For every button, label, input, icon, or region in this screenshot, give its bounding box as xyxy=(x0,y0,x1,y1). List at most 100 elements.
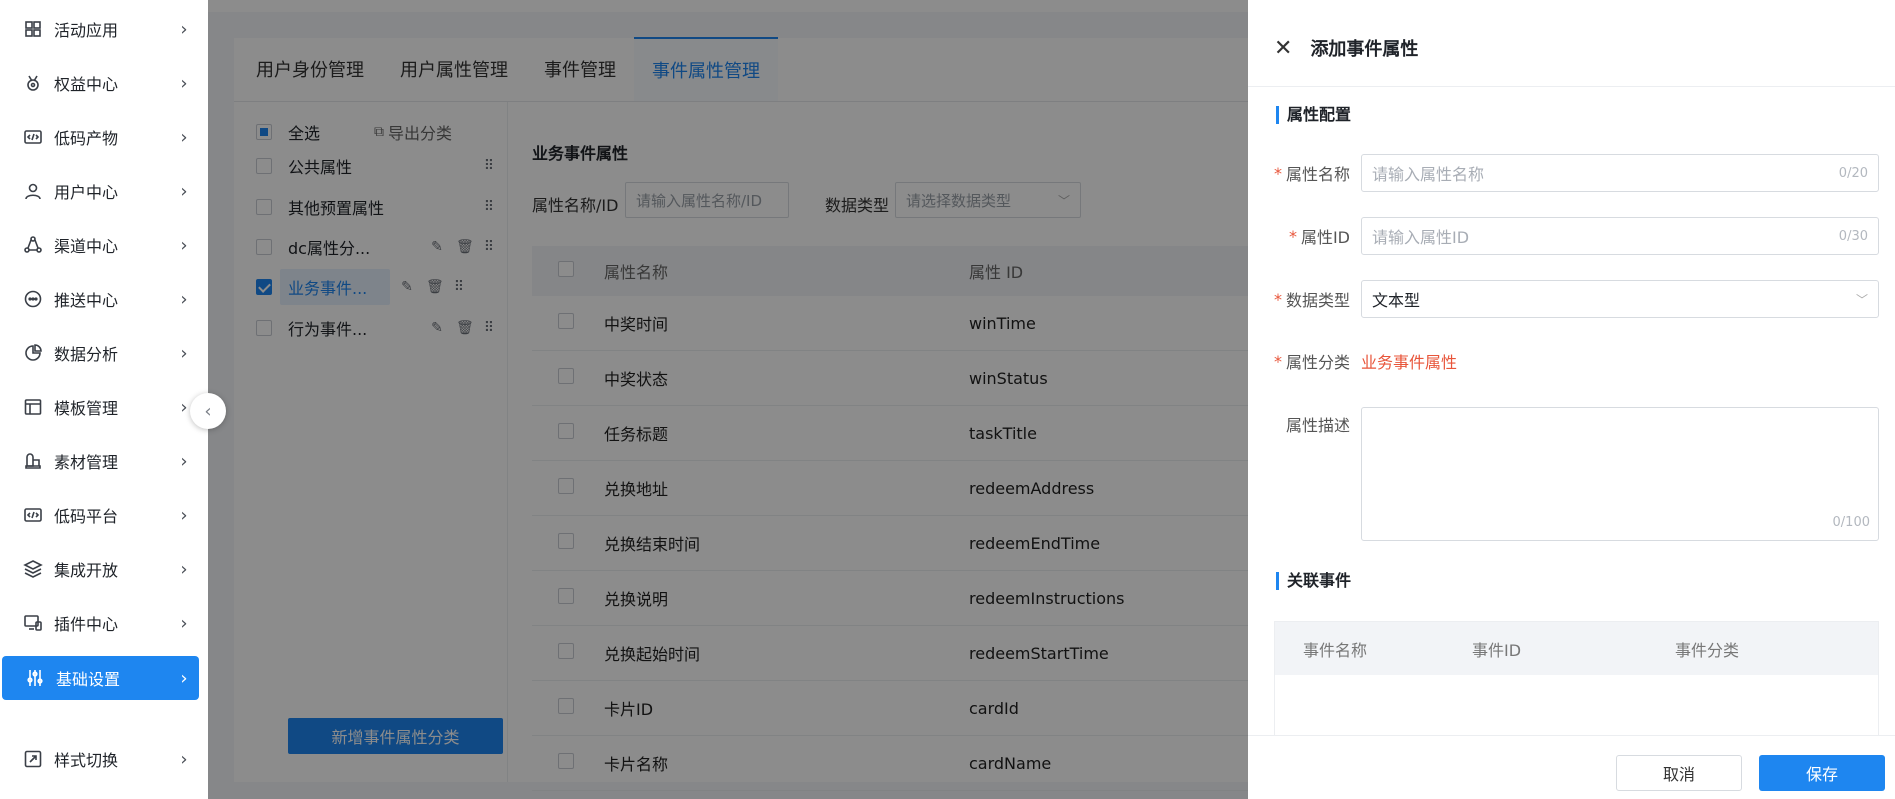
desc-label: 属性描述 xyxy=(1285,416,1350,435)
sidebar-item-label: 集成开放 xyxy=(54,561,119,580)
form-row-category: * 属性分类 业务事件属性 xyxy=(1248,342,1895,380)
chevron-right-icon: › xyxy=(180,748,188,770)
sidebar-item[interactable]: 模板管理 › xyxy=(0,385,199,429)
drawer-footer: 取消 保存 xyxy=(1248,735,1895,799)
chevron-right-icon: › xyxy=(180,504,188,526)
id-char-count: 0/30 xyxy=(1838,228,1868,244)
sidebar-item[interactable]: 基础设置 › xyxy=(2,656,199,700)
sidebar-item[interactable]: 素材管理 › xyxy=(0,439,199,483)
required-mark: * xyxy=(1273,351,1282,371)
sidebar-item[interactable]: 低码产物 › xyxy=(0,115,199,159)
sidebar-item-label: 低码产物 xyxy=(54,129,119,148)
events-table-header: 事件名称 事件ID 事件分类 xyxy=(1275,622,1878,675)
category-label-wrap: * 属性分类 xyxy=(1248,342,1350,380)
related-events-table: 事件名称 事件ID 事件分类 xyxy=(1274,621,1879,741)
code-platform-icon xyxy=(22,504,44,526)
settings-sliders-icon xyxy=(24,667,46,689)
sidebar-item-label: 基础设置 xyxy=(56,670,121,689)
chevron-right-icon: › xyxy=(180,667,188,689)
save-button[interactable]: 保存 xyxy=(1759,755,1885,791)
sidebar-item[interactable]: 推送中心 › xyxy=(0,277,199,321)
sidebar-item[interactable]: 用户中心 › xyxy=(0,169,199,213)
name-label-wrap: * 属性名称 xyxy=(1248,154,1350,192)
sidebar-item-label: 数据分析 xyxy=(54,345,119,364)
chevron-right-icon: › xyxy=(180,72,188,94)
grid-icon xyxy=(22,18,44,40)
required-mark: * xyxy=(1288,226,1297,246)
desc-textarea[interactable]: 0/100 xyxy=(1361,407,1879,541)
chevron-right-icon: › xyxy=(180,450,188,472)
sidebar-item-label: 渠道中心 xyxy=(54,237,119,256)
drawer-header: ✕ 添加事件属性 xyxy=(1248,10,1895,87)
sidebar-item-label: 低码平台 xyxy=(54,507,119,526)
sidebar-item[interactable]: 插件中心 › xyxy=(0,601,199,645)
chevron-left-icon: ‹ xyxy=(204,400,212,422)
id-label-wrap: * 属性ID xyxy=(1248,217,1350,255)
chevron-right-icon: › xyxy=(180,288,188,310)
sidebar-item-label: 插件中心 xyxy=(54,615,119,634)
sidebar-item-label: 权益中心 xyxy=(54,75,119,94)
id-label: 属性ID xyxy=(1300,228,1350,247)
pie-icon xyxy=(22,342,44,364)
form-row-id: * 属性ID 请输入属性ID 0/30 xyxy=(1248,217,1895,255)
plugin-icon xyxy=(22,612,44,634)
type-label-wrap: * 数据类型 xyxy=(1248,280,1350,318)
sidebar-item-label: 素材管理 xyxy=(54,453,119,472)
channel-icon xyxy=(22,234,44,256)
style-switch-icon xyxy=(22,748,44,770)
name-input[interactable]: 请输入属性名称 0/20 xyxy=(1361,154,1879,192)
cancel-button[interactable]: 取消 xyxy=(1616,755,1742,791)
events-header-id: 事件ID xyxy=(1472,640,1522,660)
chevron-right-icon: › xyxy=(180,180,188,202)
category-label: 属性分类 xyxy=(1285,353,1350,372)
layers-icon xyxy=(22,558,44,580)
sidebar-item[interactable]: 权益中心 › xyxy=(0,61,199,105)
form-row-name: * 属性名称 请输入属性名称 0/20 xyxy=(1248,154,1895,192)
sidebar-item-label: 模板管理 xyxy=(54,399,119,418)
type-select[interactable]: 文本型 ﹀ xyxy=(1361,280,1879,318)
sidebar-item[interactable]: 活动应用 › xyxy=(0,7,199,51)
type-label: 数据类型 xyxy=(1285,291,1350,310)
sidebar-item[interactable]: 集成开放 › xyxy=(0,547,199,591)
chevron-right-icon: › xyxy=(180,18,188,40)
close-icon[interactable]: ✕ xyxy=(1274,36,1292,61)
category-value: 业务事件属性 xyxy=(1361,353,1458,372)
required-mark: * xyxy=(1273,289,1282,309)
required-mark: * xyxy=(1273,163,1282,183)
medal-icon xyxy=(22,72,44,94)
desc-char-count: 0/100 xyxy=(1832,515,1870,530)
events-header-name: 事件名称 xyxy=(1303,640,1368,660)
user-icon xyxy=(22,180,44,202)
chevron-right-icon: › xyxy=(180,558,188,580)
drawer-title: 添加事件属性 xyxy=(1310,39,1419,60)
chevron-right-icon: › xyxy=(180,234,188,256)
name-char-count: 0/20 xyxy=(1838,165,1868,181)
add-attribute-drawer: ✕ 添加事件属性 属性配置 * 属性名称 请输入属性名称 0/20 * 属性ID… xyxy=(1248,0,1895,799)
sidebar-collapse-button[interactable]: ‹ xyxy=(190,393,226,429)
sidebar-item-label: 用户中心 xyxy=(54,183,119,202)
modal-overlay[interactable] xyxy=(208,0,1248,799)
material-icon xyxy=(22,450,44,472)
chat-icon xyxy=(22,288,44,310)
sidebar-item-label: 样式切换 xyxy=(54,751,119,770)
sidebar-item-label: 活动应用 xyxy=(54,21,119,40)
group-title-events: 关联事件 xyxy=(1276,572,1351,590)
sidebar-item[interactable]: 渠道中心 › xyxy=(0,223,199,267)
name-placeholder: 请输入属性名称 xyxy=(1372,165,1485,184)
code-box-icon xyxy=(22,126,44,148)
group-title-config: 属性配置 xyxy=(1276,106,1351,124)
sidebar-item-label: 推送中心 xyxy=(54,291,119,310)
id-placeholder: 请输入属性ID xyxy=(1372,228,1470,247)
chevron-right-icon: › xyxy=(180,612,188,634)
sidebar-item[interactable]: 数据分析 › xyxy=(0,331,199,375)
events-header-category: 事件分类 xyxy=(1675,640,1740,660)
sidebar-item[interactable]: 低码平台 › xyxy=(0,493,199,537)
id-input[interactable]: 请输入属性ID 0/30 xyxy=(1361,217,1879,255)
chevron-right-icon: › xyxy=(180,126,188,148)
layout-icon xyxy=(22,396,44,418)
sidebar-item[interactable]: 样式切换 › xyxy=(0,737,199,781)
sidebar: 活动应用 › 权益中心 › 低码产物 › 用户中心 › 渠道中心 › 推送中心 › 数据分析 › 模板管理 ›… xyxy=(0,0,208,799)
chevron-right-icon: › xyxy=(180,342,188,364)
name-label: 属性名称 xyxy=(1285,165,1350,184)
desc-label-wrap: 属性描述 xyxy=(1248,405,1350,443)
